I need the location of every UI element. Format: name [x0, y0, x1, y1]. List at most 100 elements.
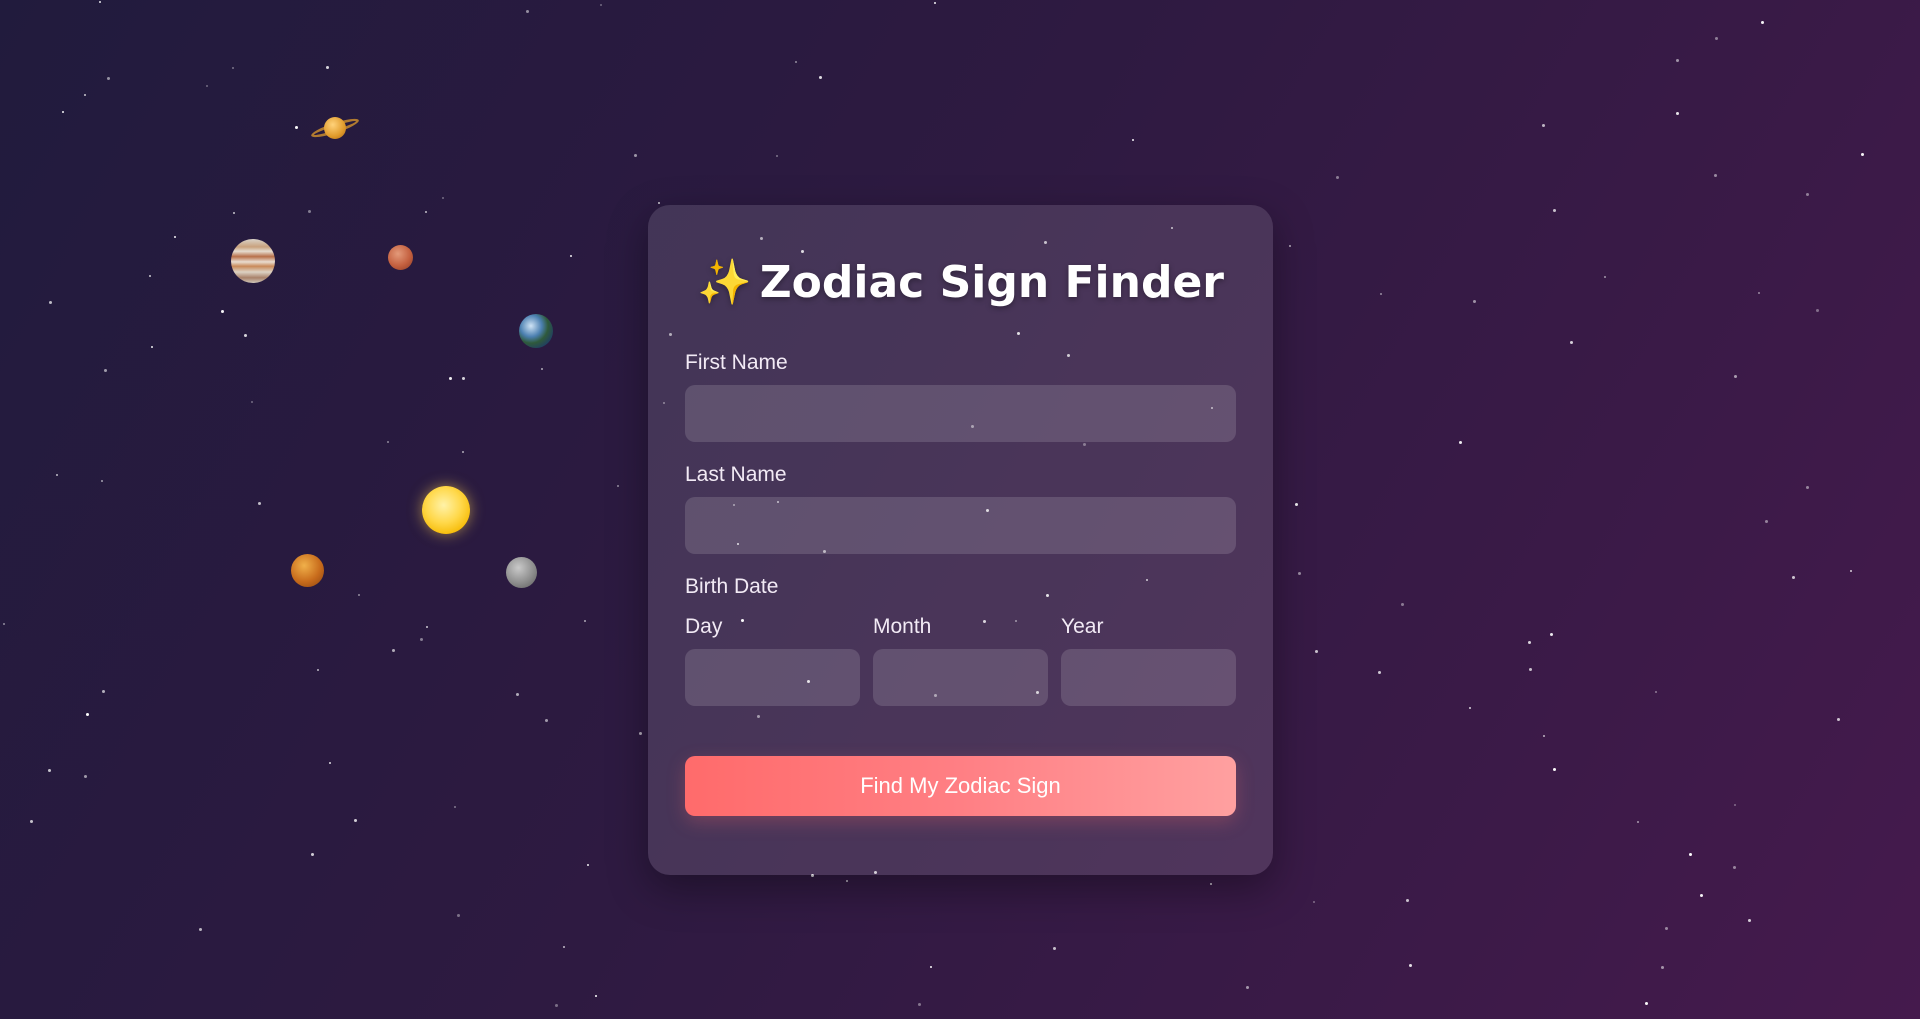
star	[425, 211, 427, 213]
star	[1733, 866, 1736, 869]
star	[56, 474, 58, 476]
star	[251, 401, 253, 403]
star	[1406, 899, 1409, 902]
star	[1806, 193, 1809, 196]
star	[1210, 883, 1212, 885]
star	[387, 441, 389, 443]
star	[49, 301, 52, 304]
star	[149, 275, 151, 277]
star	[1550, 633, 1553, 636]
star	[617, 485, 619, 487]
star	[1748, 919, 1751, 922]
star	[311, 853, 314, 856]
star	[107, 77, 110, 80]
star	[420, 638, 423, 641]
star	[1816, 309, 1819, 312]
star	[1570, 341, 1573, 344]
star	[1655, 691, 1657, 693]
day-group: Day	[685, 614, 860, 706]
star	[3, 623, 5, 625]
star	[233, 212, 235, 214]
month-label: Month	[873, 615, 932, 638]
star	[1289, 245, 1291, 247]
star	[1336, 176, 1339, 179]
star	[1604, 276, 1606, 278]
star	[1313, 901, 1315, 903]
star	[221, 310, 224, 313]
star	[934, 2, 936, 4]
star	[1529, 668, 1532, 671]
star	[1661, 966, 1664, 969]
day-input[interactable]	[685, 649, 860, 706]
star	[329, 762, 331, 764]
year-input[interactable]	[1061, 649, 1236, 706]
star	[1734, 375, 1737, 378]
star	[918, 1003, 921, 1006]
star	[1528, 641, 1531, 644]
star	[295, 126, 298, 129]
star	[326, 66, 329, 69]
star	[1246, 986, 1249, 989]
first-name-label: First Name	[685, 351, 788, 374]
star	[1806, 486, 1809, 489]
star	[86, 713, 89, 716]
star	[1380, 293, 1382, 295]
star	[1473, 300, 1476, 303]
star	[1837, 718, 1840, 721]
star	[1715, 37, 1718, 40]
star	[62, 111, 64, 113]
star	[462, 451, 464, 453]
star	[1676, 112, 1679, 115]
sun-icon	[422, 486, 470, 534]
star	[1689, 853, 1692, 856]
star	[1637, 821, 1639, 823]
star	[1761, 21, 1764, 24]
star	[516, 693, 519, 696]
star	[1850, 570, 1852, 572]
star	[1378, 671, 1381, 674]
mercury-icon	[506, 557, 537, 588]
venus-icon	[291, 554, 324, 587]
star	[1645, 1002, 1648, 1005]
star	[541, 368, 543, 370]
last-name-label: Last Name	[685, 463, 787, 486]
year-group: Year	[1061, 614, 1236, 706]
star	[454, 806, 456, 808]
star	[1792, 576, 1795, 579]
page-title: ✨ Zodiac Sign Finder	[685, 241, 1236, 313]
star	[151, 346, 153, 348]
jupiter-icon	[231, 239, 275, 283]
star	[258, 502, 261, 505]
birth-date-label: Birth Date	[685, 575, 779, 598]
last-name-input[interactable]	[685, 497, 1236, 554]
star	[1401, 603, 1404, 606]
star	[526, 10, 529, 13]
page-title-text: Zodiac Sign Finder	[759, 257, 1224, 308]
star	[206, 85, 208, 87]
star	[358, 594, 360, 596]
star	[1053, 947, 1056, 950]
star	[174, 236, 176, 238]
star	[199, 928, 202, 931]
zodiac-form-card: ✨ Zodiac Sign Finder First Name Last Name…	[648, 205, 1273, 875]
saturn-icon	[309, 112, 361, 144]
mars-icon	[388, 245, 413, 270]
star	[1315, 650, 1318, 653]
star	[99, 1, 101, 3]
star	[570, 255, 572, 257]
star	[244, 334, 247, 337]
star	[1132, 139, 1134, 141]
star	[1295, 503, 1298, 506]
star	[1298, 572, 1301, 575]
first-name-input[interactable]	[685, 385, 1236, 442]
star	[634, 154, 637, 157]
star	[1459, 441, 1462, 444]
sparkles-icon: ✨	[696, 257, 752, 308]
star	[1543, 735, 1545, 737]
month-group: Month	[873, 614, 1048, 706]
find-zodiac-sign-button[interactable]: Find My Zodiac Sign	[685, 756, 1236, 816]
month-input[interactable]	[873, 649, 1048, 706]
star	[232, 67, 234, 69]
star	[1542, 124, 1545, 127]
star	[1758, 292, 1760, 294]
